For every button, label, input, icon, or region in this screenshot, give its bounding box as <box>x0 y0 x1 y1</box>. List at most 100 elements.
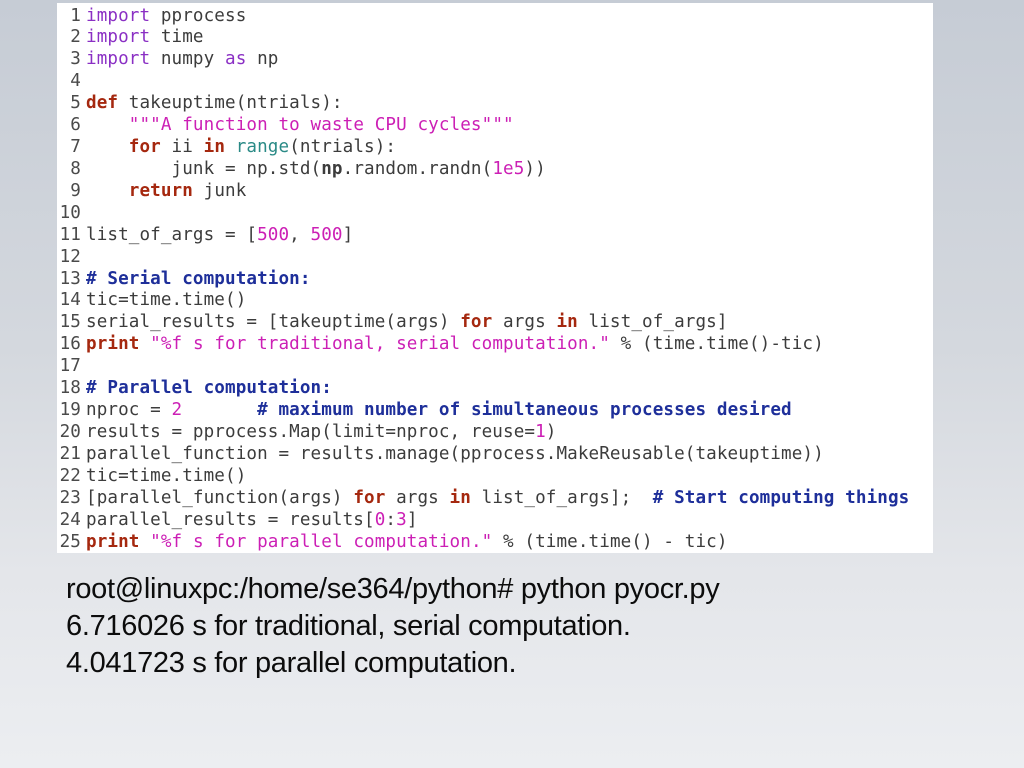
line-number: 8 <box>70 158 81 179</box>
line-number: 18 <box>59 378 81 399</box>
code-line[interactable]: 4 <box>57 70 86 92</box>
code-token-bold: np <box>321 158 343 179</box>
code-token-kw: print <box>86 334 140 355</box>
line-number: 13 <box>59 268 81 289</box>
line-number: 4 <box>70 71 81 92</box>
code-token-kw: for <box>128 137 161 158</box>
code-token-plain: ] <box>342 224 354 245</box>
code-token-plain: tic=time.time() <box>86 465 247 486</box>
code-line[interactable]: 5 def takeuptime(ntrials): <box>57 92 343 114</box>
code-token-num: 2 <box>171 400 183 421</box>
code-token-imp: as <box>225 49 247 70</box>
code-token-plain: list_of_args = [ <box>86 224 258 245</box>
line-number: 25 <box>59 531 81 552</box>
line-number: 22 <box>59 465 81 486</box>
code-line[interactable]: 19 nproc = 2 # maximum number of simultan… <box>57 399 792 421</box>
code-token-plain: numpy <box>150 49 226 70</box>
code-token-plain: junk = np.std( <box>86 158 322 179</box>
code-line[interactable]: 2 import time <box>57 26 204 48</box>
line-number: 1 <box>70 5 81 26</box>
code-token-plain: list_of_args]; <box>470 487 653 508</box>
code-line[interactable]: 3 import numpy as np <box>57 48 278 70</box>
code-token-imp: import <box>86 27 151 48</box>
code-token-plain: parallel_results = results[ <box>86 509 375 530</box>
line-number: 20 <box>59 421 81 442</box>
code-token-imp: import <box>86 5 151 26</box>
code-line[interactable]: 15 serial_results = [takeuptime(args) for… <box>57 311 728 333</box>
code-line[interactable]: 25 print "%f s for parallel computation."… <box>57 531 728 553</box>
code-token-num: 500 <box>310 224 343 245</box>
terminal-prompt-line: root@linuxpc:/home/se364/python# python … <box>66 573 720 605</box>
code-line[interactable]: 13 # Serial computation: <box>57 268 311 290</box>
code-token-plain: ii <box>160 137 204 158</box>
code-line[interactable]: 23 [parallel_function(args) for args in l… <box>57 487 910 509</box>
code-token-plain: nproc = <box>86 400 172 421</box>
terminal-output-line: 4.041723 s for parallel computation. <box>66 647 517 679</box>
line-number: 3 <box>70 49 81 70</box>
code-token-com: # Parallel computation: <box>86 378 332 399</box>
code-token-plain: : <box>385 509 397 530</box>
code-token-plain: takeuptime(ntrials): <box>118 93 343 114</box>
code-token-plain: time <box>150 27 204 48</box>
line-number: 12 <box>59 246 81 267</box>
line-number: 10 <box>59 202 81 223</box>
code-line[interactable]: 6 """A function to waste CPU cycles""" <box>57 114 514 136</box>
code-token-kw: for <box>353 487 386 508</box>
code-line[interactable]: 7 for ii in range(ntrials): <box>57 136 396 158</box>
code-token-str: """A function to waste CPU cycles""" <box>128 115 514 136</box>
code-line[interactable]: 1 import pprocess <box>57 5 246 27</box>
code-token-plain: [parallel_function(args) <box>86 487 354 508</box>
code-line[interactable]: 10 <box>57 202 86 224</box>
code-line[interactable]: 16 print "%f s for traditional, serial co… <box>57 333 824 355</box>
code-token-num: 1 <box>535 421 546 442</box>
code-editor-panel[interactable]: 1 import pprocess 2 import time 3 import nump… <box>57 3 933 553</box>
code-token-kw: in <box>556 312 578 333</box>
code-token-plain: (ntrials): <box>289 137 397 158</box>
code-token-plain: ] <box>406 509 418 530</box>
line-number: 21 <box>59 443 81 464</box>
terminal-output-line: 6.716026 s for traditional, serial compu… <box>66 610 631 642</box>
code-token-plain: pprocess <box>150 5 247 26</box>
code-line[interactable]: 12 <box>57 246 86 268</box>
code-line[interactable]: 21 parallel_function = results.manage(ppr… <box>57 443 824 465</box>
code-token-num: 0 <box>374 509 386 530</box>
line-number: 23 <box>59 487 81 508</box>
code-token-com: # Serial computation: <box>86 268 311 289</box>
code-token-kw: def <box>86 93 119 114</box>
code-token-imp: import <box>86 49 151 70</box>
code-line[interactable]: 20 results = pprocess.Map(limit=nproc, re… <box>57 421 557 443</box>
code-token-com: # maximum number of simultaneous process… <box>257 400 792 421</box>
code-token-plain: junk <box>192 180 247 201</box>
code-line[interactable]: 24 parallel_results = results[0:3] <box>57 509 418 531</box>
code-token-com: # Start computing things <box>652 487 910 508</box>
code-token-plain: args <box>492 312 557 333</box>
code-token-plain: % (time.time() - tic) <box>492 531 728 552</box>
line-number: 6 <box>70 115 81 136</box>
code-line[interactable]: 8 junk = np.std(np.random.randn(1e5)) <box>57 158 546 180</box>
line-number: 2 <box>70 27 81 48</box>
code-line[interactable]: 9 return junk <box>57 180 246 202</box>
code-token-plain: .random.randn( <box>342 158 493 179</box>
code-token-plain: results = pprocess.Map(limit=nproc, reus… <box>86 421 536 442</box>
code-token-plain: tic=time.time() <box>86 290 247 311</box>
code-token-plain: ) <box>545 421 557 442</box>
code-token-plain: args <box>385 487 450 508</box>
code-token-plain: % (time.time()-tic) <box>609 334 824 355</box>
code-token-num: 500 <box>257 224 290 245</box>
code-line[interactable]: 11 list_of_args = [500, 500] <box>57 224 354 246</box>
code-token-kw: return <box>128 180 193 201</box>
code-token-plain: )) <box>524 158 546 179</box>
line-number: 11 <box>59 224 81 245</box>
code-line[interactable]: 14 tic=time.time() <box>57 289 247 311</box>
code-line[interactable]: 22 tic=time.time() <box>57 465 247 487</box>
line-number: 7 <box>70 137 81 158</box>
code-line[interactable]: 18 # Parallel computation: <box>57 377 332 399</box>
code-line[interactable]: 17 <box>57 355 86 377</box>
